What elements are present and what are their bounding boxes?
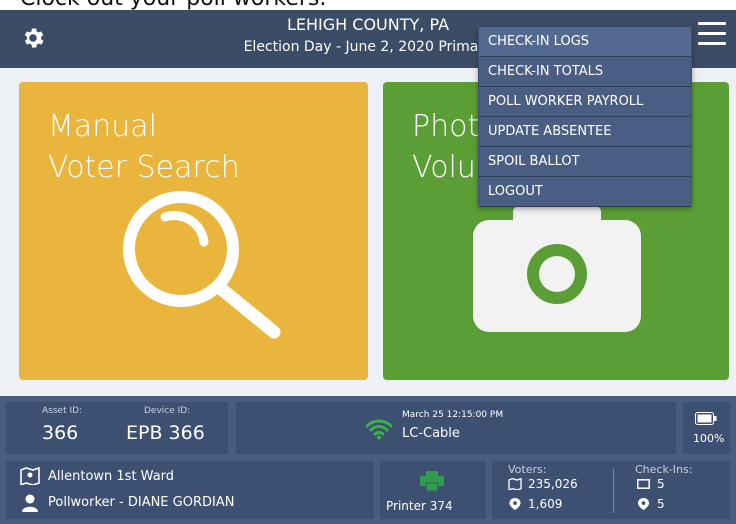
dropdown-menu: CHECK-IN LOGS CHECK-IN TOTALS POLL WORKE…	[478, 27, 692, 207]
menu-item-update-absentee[interactable]: UPDATE ABSENTEE	[479, 117, 691, 147]
voters-total: 235,026	[528, 477, 578, 491]
checkins-label: Check-Ins:	[635, 463, 693, 476]
network-name: LC-Cable	[402, 426, 460, 441]
asset-id-value: 366	[42, 422, 79, 444]
person-icon	[22, 494, 38, 512]
ballot-icon	[508, 478, 522, 490]
asset-device-panel: Asset ID: 366 Device ID: EPB 366	[6, 402, 228, 454]
menu-item-check-in-logs[interactable]: CHECK-IN LOGS	[479, 27, 691, 57]
search-tile-label: Manual Voter Search	[48, 109, 240, 185]
magnifier-icon	[123, 191, 281, 339]
wifi-icon	[366, 419, 392, 440]
menu-item-poll-worker-payroll[interactable]: POLL WORKER PAYROLL	[479, 87, 691, 117]
location-icon	[509, 498, 521, 511]
menu-item-logout[interactable]: LOGOUT	[479, 177, 691, 207]
pollworker-name: Pollworker - DIANE GORDIAN	[48, 495, 235, 510]
checkin-location-icon	[637, 498, 650, 511]
battery-percent: 100%	[693, 432, 725, 445]
voters-checked: 1,609	[528, 497, 563, 511]
gear-icon[interactable]	[20, 25, 46, 51]
device-id-label: Device ID:	[144, 406, 191, 416]
photo-tile-label: Phot Volu	[412, 109, 480, 185]
voters-label: Voters:	[508, 463, 547, 476]
printer-panel[interactable]: Printer 374	[380, 461, 486, 519]
datetime-text: March 25 12:15:00 PM	[402, 410, 504, 420]
manual-voter-search-tile[interactable]: Manual Voter Search	[19, 82, 368, 380]
printer-name: Printer 374	[386, 499, 453, 513]
status-footer: Asset ID: 366 Device ID: EPB 366 March 2…	[0, 396, 736, 524]
location-panel: Allentown 1st Ward Pollworker - DIANE GO…	[6, 461, 374, 519]
battery-icon	[695, 412, 717, 425]
printer-icon	[420, 471, 444, 491]
checkin-box-icon	[637, 479, 650, 489]
battery-panel: 100%	[683, 402, 730, 454]
counts-divider	[613, 469, 614, 513]
checkins-count-b: 5	[657, 497, 665, 511]
asset-id-label: Asset ID:	[42, 406, 83, 416]
hamburger-menu-icon[interactable]	[698, 22, 726, 50]
camera-icon	[473, 206, 641, 332]
menu-item-check-in-totals[interactable]: CHECK-IN TOTALS	[479, 57, 691, 87]
checkins-count-a: 5	[657, 477, 665, 491]
ward-name: Allentown 1st Ward	[48, 469, 175, 484]
network-panel: March 25 12:15:00 PM LC-Cable	[236, 402, 676, 454]
menu-item-spoil-ballot[interactable]: SPOIL BALLOT	[479, 147, 691, 177]
device-id-value: EPB 366	[126, 422, 205, 444]
counts-panel: Voters: 235,026 1,609 Check-Ins: 5 5	[492, 461, 730, 519]
map-pin-icon	[20, 467, 40, 485]
